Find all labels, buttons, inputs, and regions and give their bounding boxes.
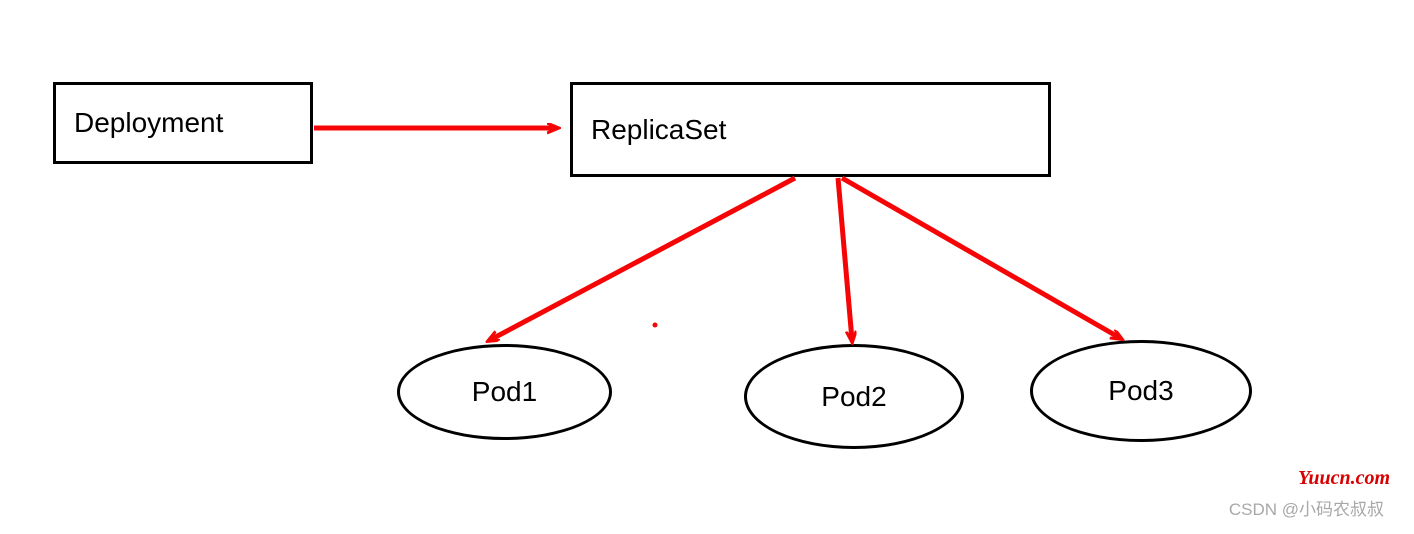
watermark-site: Yuucn.com <box>1298 467 1390 490</box>
deployment-label: Deployment <box>74 107 223 139</box>
pod3-label: Pod3 <box>1108 375 1173 407</box>
replicaset-label: ReplicaSet <box>591 114 726 146</box>
pod2-label: Pod2 <box>821 381 886 413</box>
stray-dot <box>653 323 658 328</box>
deployment-node: Deployment <box>53 82 313 164</box>
pod1-node: Pod1 <box>397 344 612 440</box>
arrow-replicaset-pod3 <box>842 178 1120 338</box>
watermark-author: CSDN @小码农叔叔 <box>1229 495 1384 520</box>
pod1-label: Pod1 <box>472 376 537 408</box>
replicaset-node: ReplicaSet <box>570 82 1051 177</box>
pod2-node: Pod2 <box>744 344 964 449</box>
arrow-layer <box>0 0 1414 534</box>
arrow-replicaset-pod2 <box>838 178 852 340</box>
pod3-node: Pod3 <box>1030 340 1252 442</box>
arrow-replicaset-pod1 <box>490 178 795 340</box>
